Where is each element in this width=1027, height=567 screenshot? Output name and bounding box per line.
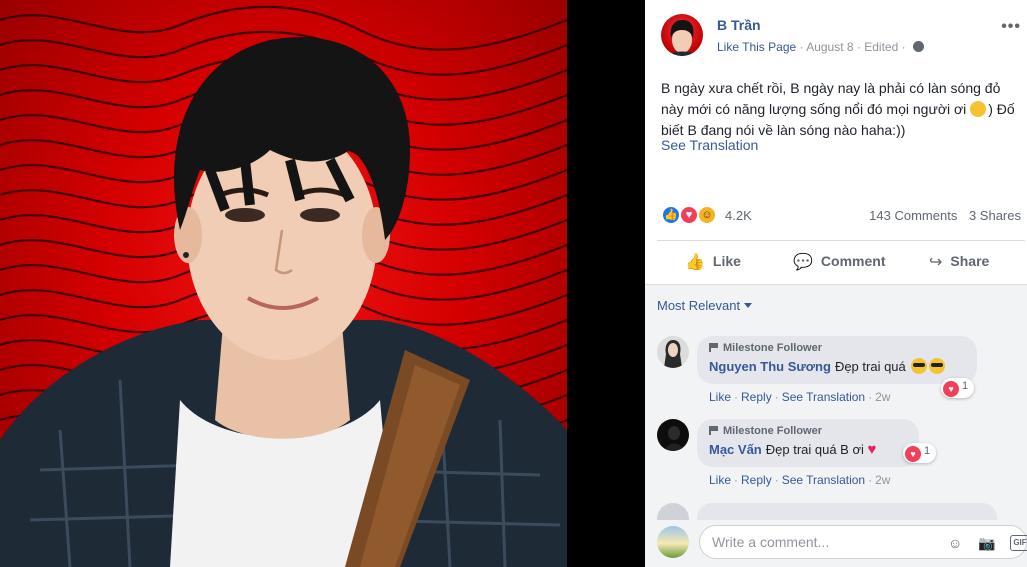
like-button[interactable]: 👍 Like — [685, 252, 741, 272]
comment-like-link[interactable]: Like — [709, 473, 731, 487]
comment-label: Comment — [820, 253, 886, 269]
see-translation-link[interactable]: See Translation — [661, 137, 758, 153]
separator: · — [774, 473, 779, 487]
post-text: B ngày xưa chết rồi, B ngày nay là phải … — [661, 78, 1021, 141]
comment-placeholder: Write a comment... — [712, 534, 830, 550]
comment-author[interactable]: Mạc Vấn — [709, 442, 762, 457]
current-user-avatar[interactable] — [657, 526, 689, 558]
red-heart-emoji-icon: ♥ — [867, 441, 877, 458]
post-header: B Trần Like This Page · August 8 · Edite… — [661, 14, 1021, 58]
milestone-badge[interactable]: Milestone Follower — [709, 342, 967, 354]
comment-line: Mạc Vấn Đẹp trai quá B ơi ♥ — [709, 441, 909, 458]
separator: · — [734, 473, 739, 487]
commenter-avatar[interactable] — [657, 336, 689, 368]
separator: · — [868, 390, 873, 404]
post-panel: B Trần Like This Page · August 8 · Edite… — [645, 0, 1027, 567]
comment-like-link[interactable]: Like — [709, 390, 731, 404]
badge-label: Milestone Follower — [723, 425, 823, 437]
share-button[interactable]: ↪ Share — [929, 252, 989, 272]
post-text-main: B ngày xưa chết rồi, B ngày nay là phải … — [661, 80, 1001, 117]
commenter-avatar[interactable] — [657, 503, 689, 520]
comments-section: Most Relevant Milestone Follower Nguyen … — [645, 285, 1027, 520]
comment-bubble — [697, 503, 997, 520]
globe-icon[interactable] — [912, 41, 924, 52]
comments-count[interactable]: 143 Comments — [869, 208, 957, 223]
like-label: Like — [712, 253, 741, 269]
shares-count[interactable]: 3 Shares — [969, 208, 1021, 223]
avatar-image — [667, 20, 697, 56]
comment-reaction-chip[interactable]: ♥ 1 — [941, 378, 975, 398]
comment-reaction-count: 1 — [924, 445, 931, 457]
comment-reaction-chip[interactable]: ♥ 1 — [903, 443, 937, 463]
avatar-image — [657, 419, 689, 451]
love-reaction-icon: ♥ — [943, 381, 959, 397]
gif-icon[interactable]: GIF — [1010, 535, 1027, 551]
comment-composer: Write a comment... ☺ 📷 GIF — [645, 520, 1027, 567]
commenter-avatar[interactable] — [657, 419, 689, 451]
separator: · — [734, 390, 739, 404]
post-date[interactable]: August 8 — [806, 40, 853, 54]
share-icon: ↪ — [929, 254, 943, 271]
like-reaction-icon: 👍 — [661, 205, 681, 225]
thumbs-up-icon: 👍 — [685, 254, 705, 271]
engagement-counts: 143 Comments 3 Shares — [869, 208, 1021, 223]
camera-icon[interactable]: 📷 — [978, 535, 995, 552]
sunglasses-emoji-icon — [929, 358, 946, 374]
comment-see-translation-link[interactable]: See Translation — [782, 390, 865, 404]
comment-time[interactable]: 2w — [875, 473, 890, 487]
separator: · — [868, 473, 873, 487]
reaction-count[interactable]: 4.2K — [725, 208, 752, 223]
comment-text: Đẹp trai quá — [834, 359, 906, 374]
photo-illustration — [0, 5, 567, 567]
love-reaction-icon: ♥ — [905, 446, 921, 462]
comment-input[interactable]: Write a comment... ☺ 📷 GIF — [699, 525, 1027, 559]
sunglasses-emoji-icon — [911, 358, 928, 374]
comment-line: Nguyen Thu Sương Đẹp trai quá — [709, 358, 967, 374]
comment-reply-link[interactable]: Reply — [741, 473, 772, 487]
caret-down-icon — [744, 303, 753, 308]
badge-label: Milestone Follower — [723, 342, 823, 354]
flag-icon — [709, 343, 719, 352]
comment-sort-dropdown[interactable]: Most Relevant — [657, 298, 753, 313]
comment-see-translation-link[interactable]: See Translation — [782, 473, 865, 487]
emoji-icon[interactable]: ☺ — [948, 535, 962, 551]
love-reaction-icon: ♥ — [679, 205, 699, 225]
more-options-icon[interactable]: ••• — [1001, 18, 1021, 36]
comment-icon: 💬 — [793, 254, 813, 271]
comment-button[interactable]: 💬 Comment — [793, 252, 1027, 272]
comment-actions: Like · Reply · See Translation · 2w — [709, 390, 890, 404]
like-page-link[interactable]: Like This Page — [717, 40, 796, 54]
share-label: Share — [950, 253, 990, 269]
comment-reaction-count: 1 — [962, 380, 969, 392]
haha-reaction-icon: ☺ — [697, 205, 717, 225]
comment-time[interactable]: 2w — [875, 390, 890, 404]
comment-text: Đẹp trai quá B ơi — [765, 442, 864, 457]
avatar-image — [657, 336, 689, 368]
post-meta: Like This Page · August 8 · Edited · — [717, 40, 924, 54]
post-photo[interactable] — [0, 0, 567, 567]
divider — [657, 240, 1025, 241]
smiley-emoji-icon — [970, 101, 987, 117]
comment-bubble: Milestone Follower Mạc Vấn Đẹp trai quá B… — [697, 419, 919, 467]
page-avatar[interactable] — [661, 14, 703, 56]
post-actions: 👍 Like 💬 Comment ↪ Share — [657, 244, 1025, 280]
meta-separator: · — [901, 40, 909, 54]
comment-actions: Like · Reply · See Translation · 2w — [709, 473, 890, 487]
comment-reply-link[interactable]: Reply — [741, 390, 772, 404]
separator: · — [774, 390, 779, 404]
partial-comment-item — [657, 503, 1017, 520]
sort-label: Most Relevant — [657, 298, 741, 313]
post-stats: 👍 ♥ ☺ 4.2K 143 Comments 3 Shares — [661, 205, 1021, 227]
comment-author[interactable]: Nguyen Thu Sương — [709, 359, 831, 374]
comment-bubble: Milestone Follower Nguyen Thu Sương Đẹp t… — [697, 336, 977, 384]
edited-label[interactable]: Edited — [864, 40, 898, 54]
flag-icon — [709, 426, 719, 435]
milestone-badge[interactable]: Milestone Follower — [709, 425, 909, 437]
page-name[interactable]: B Trần — [717, 17, 761, 33]
